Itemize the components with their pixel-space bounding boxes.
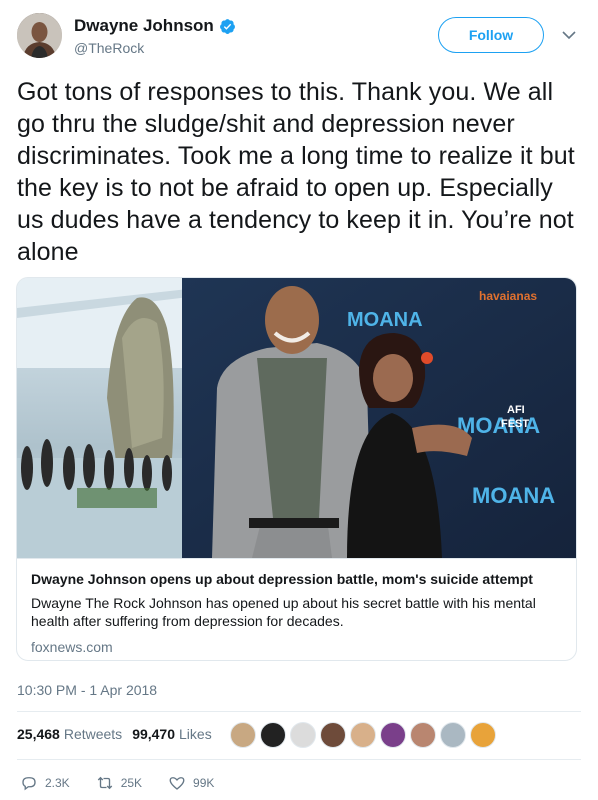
liker-avatar[interactable] [290,722,316,748]
avatar[interactable] [17,13,62,58]
card-body: Dwayne Johnson opens up about depression… [17,558,576,660]
backdrop-fest-logo: FEST [501,418,529,430]
backdrop-moana-logo: MOANA [472,483,555,508]
verified-badge-icon [219,18,235,34]
chevron-down-icon[interactable] [562,30,576,40]
tweet-stats: 25,468 Retweets 99,470 Likes [17,726,222,742]
retweet-count: 25K [120,776,143,790]
retweet-button[interactable]: 25K [96,774,142,792]
liker-avatar[interactable] [440,722,466,748]
backdrop-fest-logo: AFI [507,404,525,416]
tweet-actions: 2.3K 25K 99K [20,774,240,792]
link-card[interactable]: MOANA MOANA MOANA havaianas AFI FEST Dwa… [16,277,577,661]
card-title: Dwayne Johnson opens up about depression… [31,571,533,587]
user-handle[interactable]: @TheRock [74,40,144,56]
follow-button[interactable]: Follow [438,17,544,53]
name-row: Dwayne Johnson [74,16,236,36]
liker-avatar[interactable] [470,722,496,748]
display-name[interactable]: Dwayne Johnson [74,16,214,36]
tweet-text: Got tons of responses to this. Thank you… [17,78,575,266]
liker-avatar[interactable] [230,722,256,748]
card-domain: foxnews.com [31,639,113,655]
like-button[interactable]: 99K [168,774,214,792]
reply-count: 2.3K [45,776,70,790]
liker-avatar[interactable] [260,722,286,748]
liker-avatar[interactable] [380,722,406,748]
divider [17,711,581,712]
likers-avatars [230,722,500,748]
tweet-timestamp[interactable]: 10:30 PM - 1 Apr 2018 [17,682,157,698]
retweets-count[interactable]: 25,468 [17,726,60,742]
heart-icon [169,777,185,790]
backdrop-moana-logo: MOANA [347,309,423,331]
reply-button[interactable]: 2.3K [20,774,70,792]
card-description: Dwayne The Rock Johnson has opened up ab… [31,595,536,629]
reply-icon [22,777,36,791]
liker-avatar[interactable] [320,722,346,748]
likes-label[interactable]: Likes [179,726,212,742]
likes-count[interactable]: 99,470 [132,726,175,742]
backdrop-sponsor-logo: havaianas [479,289,537,303]
card-image: MOANA MOANA MOANA havaianas AFI FEST [17,278,576,558]
retweet-icon [97,776,112,790]
liker-avatar[interactable] [350,722,376,748]
retweets-label[interactable]: Retweets [64,726,122,742]
tweet: Dwayne Johnson @TheRock Follow Got tons … [0,0,598,800]
divider [17,759,581,760]
liker-avatar[interactable] [410,722,436,748]
like-count: 99K [193,776,215,790]
